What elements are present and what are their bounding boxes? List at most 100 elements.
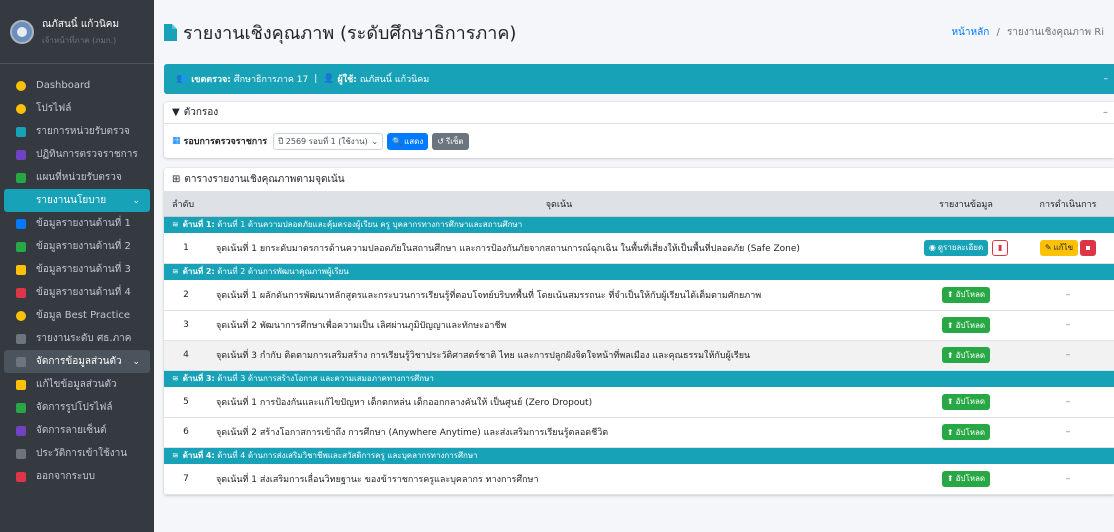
sidebar-item-label: ประวัติการเข้าใช้งาน — [36, 448, 128, 459]
map-icon — [15, 172, 27, 184]
sidebar-item-7[interactable]: ข้อมูลรายงานด้านที่ 1 — [4, 212, 150, 235]
round-select[interactable]: ปี 2569 รอบที่ 1 (ใช้งาน) ⌄ — [273, 132, 384, 150]
action-cell: – — [1022, 280, 1114, 311]
row-number: 5 — [164, 387, 208, 418]
minimize-icon[interactable]: – — [1103, 107, 1108, 118]
sidebar-item-12[interactable]: รายงานระดับ ศธ.ภาค — [4, 327, 150, 350]
chevron-down-icon: ⌄ — [371, 136, 379, 146]
group-row: ≋ ด้านที่ 2: ด้านที่ 2 ด้านการพัฒนาคุณภาพ… — [164, 263, 1114, 280]
view-details-button[interactable]: ◉ ดูรายละเอียด — [923, 239, 989, 256]
pdf-icon[interactable]: ▮ — [992, 239, 1009, 256]
upload-button[interactable]: ⬆ อัปโหลด — [941, 470, 991, 487]
filter-card: ▼ ตัวกรอง – ▦ รอบการตรวจราชการ ปี 2569 ร… — [164, 102, 1114, 158]
group-label: ด้านที่ 4: — [182, 451, 215, 461]
sidebar-item-9[interactable]: ข้อมูลรายงานด้านที่ 3 — [4, 258, 150, 281]
zone-value: ศึกษาธิการภาค 17 — [233, 75, 309, 85]
table-row: 5 จุดเน้นที่ 1 การป้องกันและแก้ไขปัญหา เด… — [164, 387, 1114, 418]
sidebar-item-10[interactable]: ข้อมูลรายงานด้านที่ 4 — [4, 281, 150, 304]
layers-icon: ≋ — [172, 374, 179, 384]
filter-title: ตัวกรอง — [183, 107, 219, 118]
user-name: ณภัสนนิ์ แก้วนิคม — [42, 18, 120, 30]
sidebar-item-label: ข้อมูลรายงานด้านที่ 3 — [36, 264, 131, 275]
filter-icon: ▼ — [172, 107, 180, 118]
sidebar-item-2[interactable]: โปรไฟล์ — [4, 97, 150, 120]
collapse-icon[interactable]: – — [1104, 74, 1109, 84]
edit-button[interactable]: ✎ แก้ไข — [1039, 239, 1079, 256]
user-edit-icon — [15, 379, 27, 391]
table-row: 6 จุดเน้นที่ 2 สร้างโอกาสการเข้าถึง การศึ… — [164, 417, 1114, 448]
layers-icon: ≋ — [172, 451, 179, 461]
zone-label: เขตตรวจ: — [191, 75, 231, 85]
group-title: ด้านที่ 3 ด้านการสร้างโอกาส และความเสมอภ… — [217, 374, 434, 384]
user-panel[interactable]: ณภัสนนิ์ แก้วนิคม เจ้าหน้าที่ภาค (ภมก.) — [0, 0, 154, 64]
search-icon: 🔍 — [392, 136, 403, 146]
reset-button[interactable]: ↺ รีเซ็ต — [432, 132, 469, 150]
sidebar-item-14[interactable]: แก้ไขข้อมูลส่วนตัว — [4, 373, 150, 396]
breadcrumb-home-link[interactable]: หน้าหลัก — [951, 27, 989, 38]
no-action: – — [1065, 473, 1071, 484]
show-button[interactable]: 🔍 แสดง — [387, 132, 429, 150]
edit-icon: ✎ — [1044, 243, 1052, 253]
file-icon — [15, 287, 27, 299]
sidebar-item-1[interactable]: Dashboard — [4, 74, 150, 97]
sidebar-item-15[interactable]: จัดการรูปโปรไฟล์ — [4, 396, 150, 419]
report-cell: ⬆ อัปโหลด — [910, 464, 1022, 495]
breadcrumb: หน้าหลัก / รายงานเชิงคุณภาพ Ri — [951, 25, 1104, 40]
sidebar-item-6[interactable]: รายงานนโยบาย ⌄ — [4, 189, 150, 212]
sidebar-item-11[interactable]: ข้อมูล Best Practice — [4, 304, 150, 327]
row-number: 4 — [164, 340, 208, 371]
sidebar-item-17[interactable]: ประวัติการเข้าใช้งาน — [4, 442, 150, 465]
no-action: – — [1065, 396, 1071, 407]
focus-text: จุดเน้นที่ 2 สร้างโอกาสการเข้าถึง การศึก… — [208, 417, 910, 448]
calendar-icon: ▦ — [172, 136, 181, 146]
upload-button[interactable]: ⬆ อัปโหลด — [941, 347, 991, 363]
report-cell: ◉ ดูรายละเอียด ▮ — [910, 233, 1022, 264]
sidebar-item-label: ออกจากระบบ — [36, 471, 96, 482]
focus-text: จุดเน้นที่ 1 ส่งเสริมการเลื่อนวิทยฐานะ ข… — [208, 464, 910, 495]
upload-button[interactable]: ⬆ อัปโหลด — [941, 424, 991, 440]
upload-icon: ⬆ — [946, 350, 954, 360]
sidebar-item-18[interactable]: ออกจากระบบ — [4, 465, 150, 488]
sidebar-item-8[interactable]: ข้อมูลรายงานด้านที่ 2 — [4, 235, 150, 258]
sidebar-item-13[interactable]: จัดการข้อมูลส่วนตัว ⌄ — [4, 350, 150, 373]
upload-button[interactable]: ⬆ อัปโหลด — [941, 393, 991, 410]
table-row: 4 จุดเน้นที่ 3 กำกับ ติดตามการเสริมสร้าง … — [164, 340, 1114, 371]
no-action: – — [1065, 350, 1071, 360]
table-row: 2 จุดเน้นที่ 1 ผลักดันการพัฒนาหลักสูตรและ… — [164, 280, 1114, 311]
no-action: – — [1065, 289, 1071, 300]
signature-icon — [15, 425, 27, 437]
sidebar-item-label: รายงานนโยบาย — [36, 195, 107, 206]
col-no: ลำดับ — [164, 192, 208, 217]
report-cell: ⬆ อัปโหลด — [910, 387, 1022, 418]
group-title: ด้านที่ 4 ด้านการส่งเสริมวิชาชีพและสวัสด… — [217, 451, 478, 461]
report-icon — [15, 195, 27, 207]
sidebar-item-5[interactable]: แผนที่หน่วยรับตรวจ — [4, 166, 150, 189]
table-title: ตารางรายงานเชิงคุณภาพตามจุดเน้น — [184, 174, 345, 185]
upload-icon: ⬆ — [946, 290, 954, 300]
sidebar-item-16[interactable]: จัดการลายเซ็นต์ — [4, 419, 150, 442]
users-icon: 👥 — [176, 74, 188, 84]
group-label: ด้านที่ 1: — [182, 220, 215, 230]
content-header: รายงานเชิงคุณภาพ (ระดับศึกษาธิการภาค) หน… — [154, 0, 1114, 64]
sidebar-item-label: ข้อมูลรายงานด้านที่ 4 — [36, 287, 131, 298]
table-card: ⊞ ตารางรายงานเชิงคุณภาพตามจุดเน้น ลำดับ … — [164, 168, 1114, 495]
user-icon — [15, 103, 27, 115]
sidebar-item-3[interactable]: รายการหน่วยรับตรวจ — [4, 120, 150, 143]
history-icon — [15, 448, 27, 460]
col-focus: จุดเน้น — [208, 192, 910, 217]
group-label: ด้านที่ 2: — [182, 267, 215, 277]
group-row: ≋ ด้านที่ 4: ด้านที่ 4 ด้านการส่งเสริมวิช… — [164, 447, 1114, 464]
document-icon — [164, 23, 177, 41]
settings-icon — [15, 356, 27, 368]
upload-button[interactable]: ⬆ อัปโหลด — [941, 286, 991, 303]
trash-icon[interactable]: ▪ — [1080, 239, 1097, 256]
upload-button[interactable]: ⬆ อัปโหลด — [941, 317, 991, 333]
breadcrumb-separator: / — [996, 26, 1000, 38]
user-value: ณภัสนนิ์ แก้วนิคม — [359, 75, 430, 85]
row-number: 6 — [164, 417, 208, 448]
dashboard-icon — [15, 80, 27, 92]
sidebar-item-4[interactable]: ปฏิทินการตรวจราชการ — [4, 143, 150, 166]
upload-icon: ⬆ — [946, 474, 954, 484]
report-cell: ⬆ อัปโหลด — [910, 417, 1022, 448]
focus-text: จุดเน้นที่ 3 กำกับ ติดตามการเสริมสร้าง ก… — [208, 340, 910, 371]
